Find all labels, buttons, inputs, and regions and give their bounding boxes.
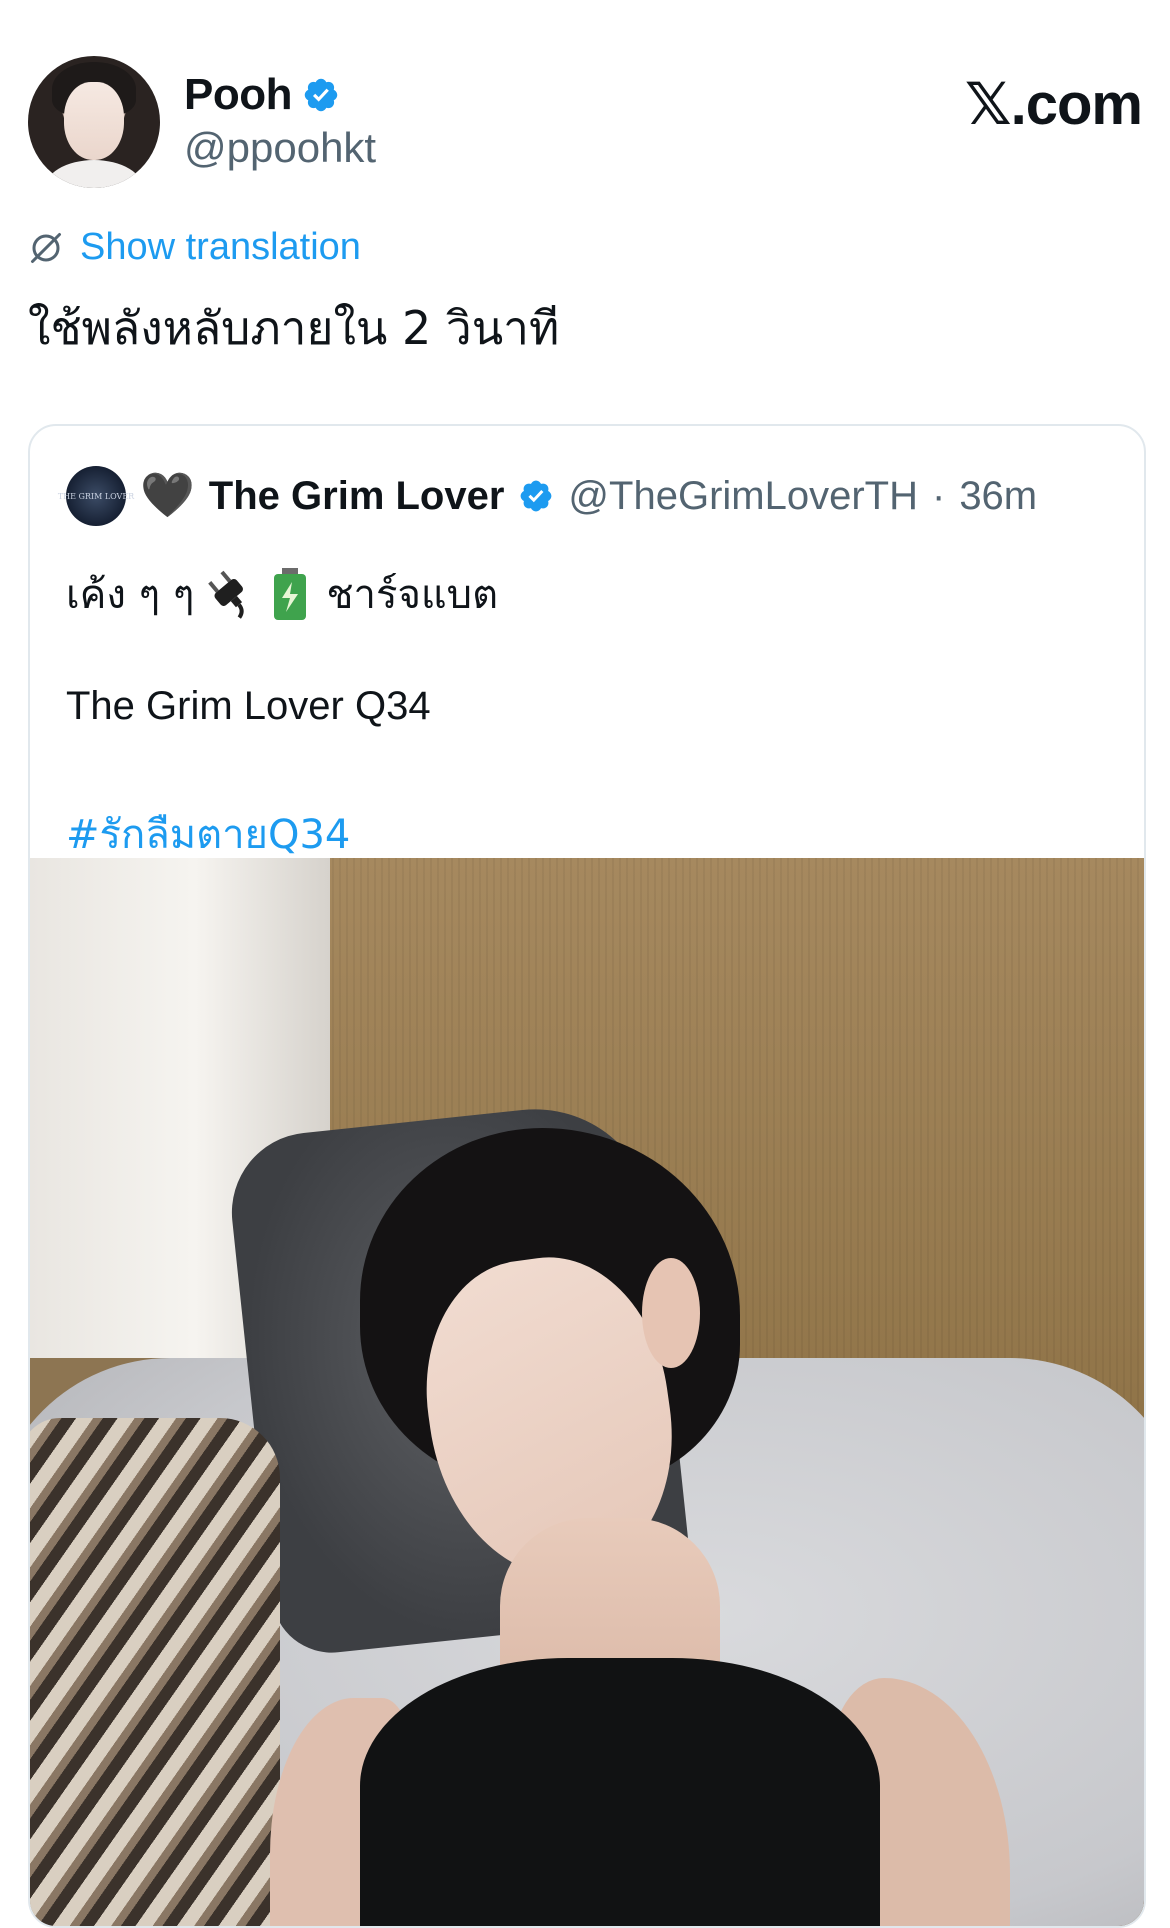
quoted-tweet-photo[interactable] [30,858,1144,1926]
author-avatar[interactable] [28,56,160,188]
show-translation-label: Show translation [80,226,361,268]
tweet-header: Pooh @ppoohkt 𝕏.com [28,56,1143,188]
quoted-verified-badge-icon [521,480,552,512]
verified-badge-icon [304,78,338,112]
quoted-tweet-line-2: The Grim Lover Q34 [66,684,431,728]
author-name-row: Pooh [184,70,340,120]
battery-icon [274,568,307,620]
author-handle[interactable]: @ppoohkt [184,124,376,172]
show-translation-link[interactable]: Show translation [28,226,361,269]
quoted-avatar-text: THE GRIM LOVER [57,491,135,501]
quoted-text-b: ชาร์จแบต [326,572,499,618]
quoted-author-name[interactable]: The Grim Lover [209,474,505,519]
quoted-tweet-line-1: เค้ง ๆ ๆ ชาร์จแบต [66,562,498,626]
photo-tank-top [360,1658,880,1926]
x-logo: 𝕏.com [964,72,1143,137]
translate-icon [31,232,61,263]
quoted-text-a: เค้ง ๆ ๆ [66,572,195,618]
photo-ear [642,1258,700,1368]
quoted-tweet-time[interactable]: 36m [959,474,1037,519]
plug-icon [208,570,244,619]
quoted-author-handle[interactable]: @TheGrimLoverTH [568,474,918,519]
quoted-tweet-card[interactable]: THE GRIM LOVER 🖤 The Grim Lover @TheGrim… [28,424,1146,1928]
separator-dot: · [931,473,946,518]
quoted-author-avatar[interactable]: THE GRIM LOVER [58,466,134,526]
quoted-tweet-hashtag[interactable]: #รักลืมตายQ34 [66,802,350,866]
author-name[interactable]: Pooh [184,70,292,120]
black-heart-icon: 🖤 [140,471,195,520]
quoted-tweet-header: THE GRIM LOVER 🖤 The Grim Lover @TheGrim… [58,466,1037,526]
photo-striped-pillow [30,1418,280,1926]
tweet-text: ใช้พลังหลับภายใน 2 วินาที [28,301,560,355]
